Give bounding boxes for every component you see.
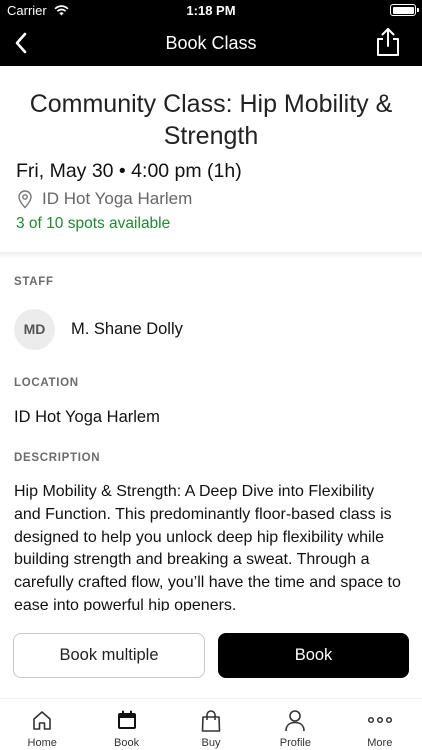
location-pin-icon: [18, 190, 32, 209]
page-title: Book Class: [165, 33, 257, 53]
tab-buy-label: Buy: [201, 737, 221, 749]
tab-book-label: Book: [114, 737, 140, 749]
shopping-bag-icon: [201, 710, 221, 732]
class-title: Community Class: Hip Mobility & Strength: [29, 90, 393, 150]
location-section-label: LOCATION: [14, 377, 79, 389]
home-icon: [33, 711, 51, 730]
tab-more-label: More: [367, 737, 393, 749]
class-location: ID Hot Yoga Harlem: [42, 189, 193, 208]
status-bar: Carrier 1:18 PM: [0, 0, 422, 20]
tab-book[interactable]: Book: [84, 699, 168, 750]
tab-buy[interactable]: Buy: [169, 699, 253, 750]
profile-icon: [285, 710, 306, 732]
tab-profile[interactable]: Profile: [253, 699, 337, 750]
location-value[interactable]: ID Hot Yoga Harlem: [14, 408, 160, 427]
more-dots-icon: [367, 716, 392, 724]
tab-more[interactable]: More: [338, 699, 422, 750]
status-time: 1:18 PM: [186, 3, 236, 18]
staff-section-label: STAFF: [14, 276, 54, 288]
nav-bar: Book Class: [0, 20, 422, 66]
battery-icon: [390, 4, 419, 16]
staff-name[interactable]: M. Shane Dolly: [71, 320, 183, 339]
share-icon[interactable]: [374, 27, 402, 57]
spots-available: 3 of 10 spots available: [16, 215, 171, 232]
tab-profile-label: Profile: [279, 737, 311, 749]
tab-home[interactable]: Home: [0, 699, 84, 750]
book-button[interactable]: Book: [218, 633, 409, 678]
top-bar: Carrier 1:18 PM Book Class: [0, 0, 422, 66]
class-description: Hip Mobility & Strength: A Deep Dive int…: [14, 483, 401, 611]
class-date-time: Fri, May 30 • 4:00 pm (1h): [16, 160, 242, 182]
class-location-row: ID Hot Yoga Harlem: [16, 188, 192, 210]
calendar-icon: [117, 710, 136, 729]
class-header: Community Class: Hip Mobility & Strength…: [0, 66, 422, 252]
book-multiple-button[interactable]: Book multiple: [13, 633, 205, 678]
description-section-label: DESCRIPTION: [14, 452, 101, 464]
tab-bar: Home Book Buy Profile More: [0, 698, 422, 750]
staff-avatar: MD: [14, 309, 55, 350]
section-divider: [0, 252, 422, 258]
tab-home-label: Home: [27, 737, 57, 749]
